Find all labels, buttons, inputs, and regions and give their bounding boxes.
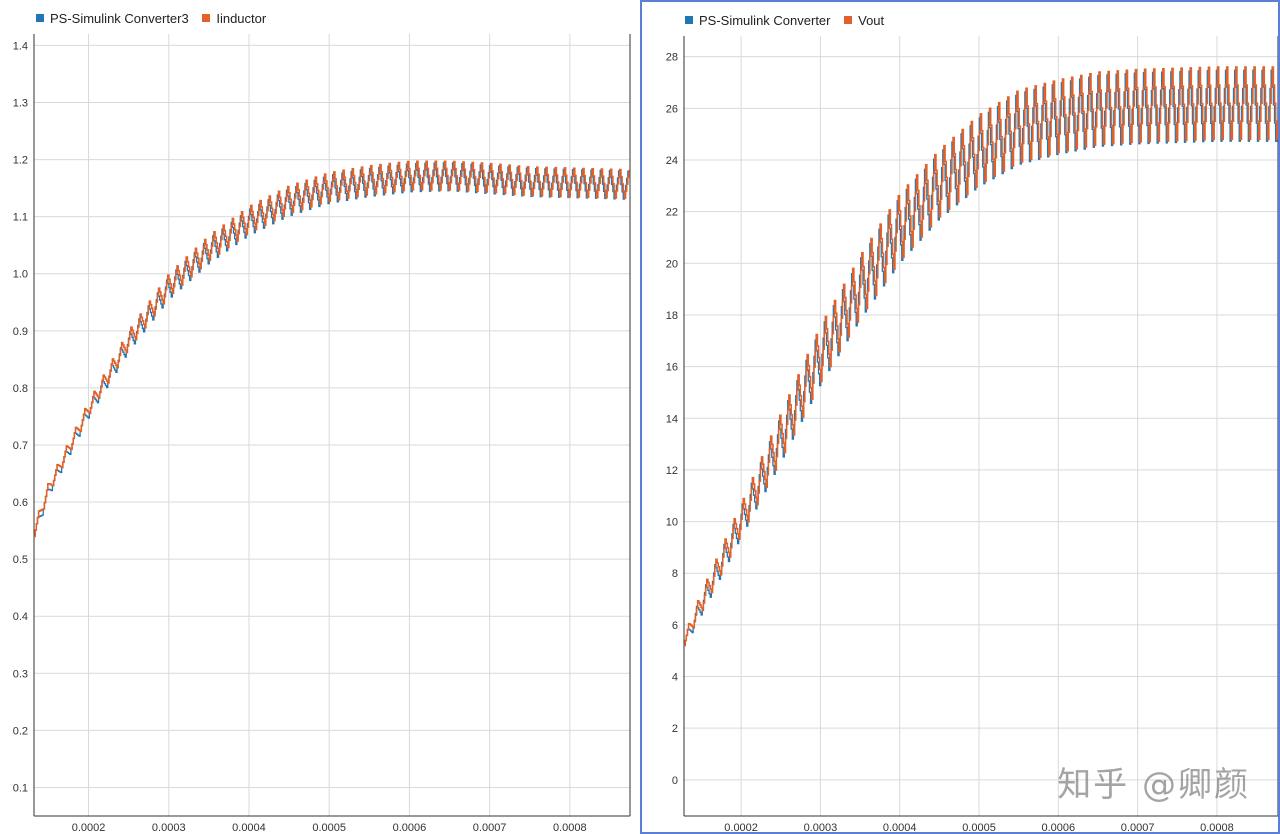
right-y-tick-label: 26 [666,103,678,115]
left-y-tick-label: 0.6 [13,497,28,509]
watermark: 知乎 @卿颜 [1057,765,1250,805]
right-y-tick-label: 6 [672,620,678,632]
left-x-tick-label: 0.0008 [553,822,587,834]
left-x-tick-label: 0.0004 [232,822,266,834]
left-scope-panel[interactable]: PS-Simulink Converter3 Iinductor 0.0002 0… [0,0,640,834]
left-x-tick-label: 0.0002 [72,822,106,834]
right-y-tick-label: 24 [666,155,678,167]
left-y-tick-label: 0.4 [13,611,28,623]
left-series-group [34,160,630,538]
right-y-tick-label: 2 [672,723,678,735]
left-x-tick-label: 0.0003 [152,822,186,834]
right-x-tick-label: 0.0005 [962,822,996,832]
right-series-vout [684,66,1278,647]
right-x-tick-label: 0.0007 [1121,822,1155,832]
left-x-tick-label: 0.0006 [393,822,427,834]
right-x-tick-label: 0.0003 [804,822,838,832]
right-series-ps-simulink-converter [684,69,1278,647]
left-y-tick-label: 0.3 [13,668,28,680]
left-series-ps-simulink-converter3 [34,162,630,538]
left-y-tick-label: 1.4 [13,40,28,52]
right-y-tick-label: 20 [666,258,678,270]
left-y-tick-label: 1.2 [13,155,28,167]
right-y-tick-label: 12 [666,465,678,477]
left-y-tick-label: 0.9 [13,326,28,338]
left-y-tick-label: 0.1 [13,782,28,794]
right-scope-panel[interactable]: PS-Simulink Converter Vout 0.0002 0.0003 0… [640,0,1280,834]
right-y-tick-label: 16 [666,362,678,374]
right-y-tick-label: 22 [666,207,678,219]
right-series-group [684,66,1278,647]
left-y-tick-label: 0.2 [13,725,28,737]
left-y-tick-label: 1.0 [13,269,28,281]
left-plot[interactable]: 0.0002 0.0003 0.0004 0.0005 0.0006 0.0007 0.00… [0,0,640,834]
left-x-tick-label: 0.0007 [473,822,507,834]
right-x-tick-label: 0.0002 [724,822,758,832]
left-y-tick-label: 0.5 [13,554,28,566]
left-x-tick-label: 0.0005 [312,822,346,834]
right-y-tick-label: 18 [666,310,678,322]
right-x-tick-label: 0.0004 [883,822,917,832]
right-y-tick-label: 14 [666,413,678,425]
right-y-tick-label: 28 [666,52,678,64]
left-y-tick-label: 0.8 [13,383,28,395]
left-y-tick-label: 1.3 [13,97,28,109]
right-y-tick-label: 0 [672,775,678,787]
left-y-tick-label: 0.7 [13,440,28,452]
right-y-tick-label: 8 [672,568,678,580]
right-y-tick-label: 10 [666,517,678,529]
right-x-tick-label: 0.0006 [1041,822,1075,832]
right-y-tick-label: 4 [672,672,678,684]
right-plot[interactable]: 0.0002 0.0003 0.0004 0.0005 0.0006 0.0007 0.00… [642,2,1278,832]
left-y-tick-label: 1.1 [13,212,28,224]
right-x-tick-label: 0.0008 [1200,822,1234,832]
left-series-iinductor [34,160,630,538]
